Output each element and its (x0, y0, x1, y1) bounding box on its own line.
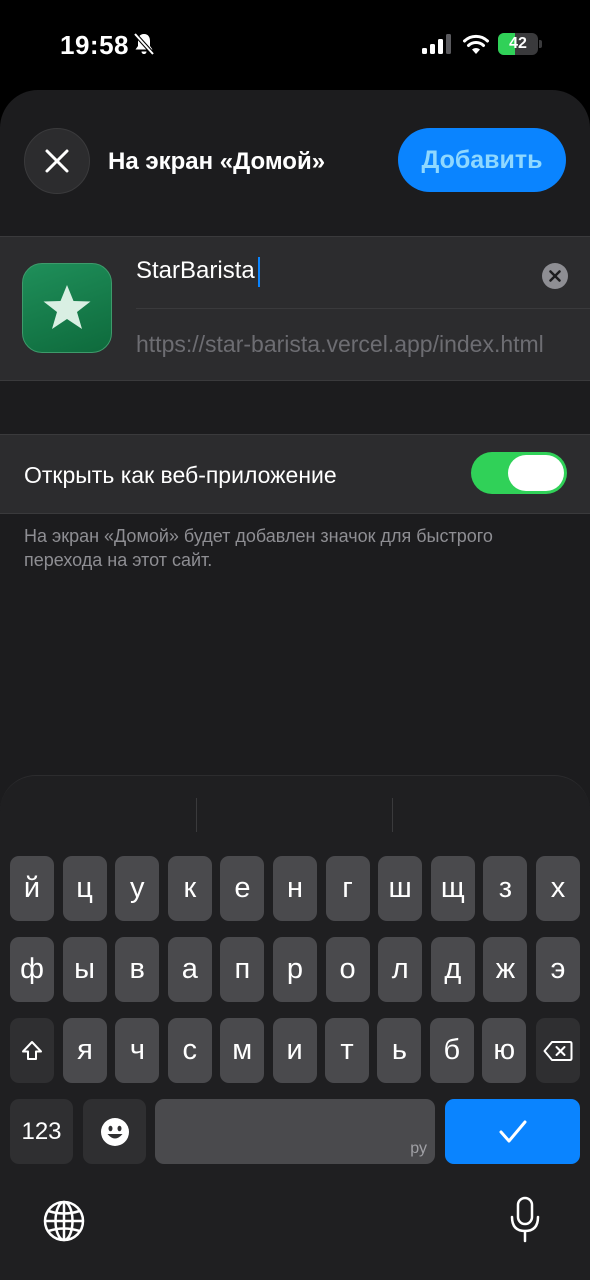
microphone-icon[interactable] (508, 1196, 542, 1244)
app-name-input[interactable] (136, 255, 536, 287)
close-icon (45, 149, 69, 173)
key-я[interactable]: я (63, 1018, 107, 1083)
key-ф[interactable]: ф (10, 937, 54, 1002)
language-hint: ру (410, 1140, 427, 1157)
emoji-key[interactable] (83, 1099, 146, 1164)
key-м[interactable]: м (220, 1018, 265, 1083)
webapp-toggle-label: Открыть как веб-приложение (24, 462, 337, 488)
clear-text-button[interactable] (542, 263, 568, 289)
sheet-title: На экран «Домой» (108, 148, 326, 175)
key-ж[interactable]: ж (483, 937, 528, 1002)
key-д[interactable]: д (430, 937, 475, 1002)
close-button[interactable] (24, 128, 90, 194)
keyboard: йцукенгшщзх фывапролджэ ячсмитьбю 123 ру (0, 775, 590, 1280)
webapp-toggle[interactable] (471, 452, 567, 494)
key-е[interactable]: е (220, 856, 265, 921)
key-й[interactable]: й (10, 856, 54, 921)
battery-indicator: 42 (498, 33, 542, 55)
key-ю[interactable]: ю (482, 1018, 527, 1083)
prediction-divider (392, 798, 393, 832)
key-б[interactable]: б (429, 1018, 474, 1083)
key-и[interactable]: и (272, 1018, 317, 1083)
key-ы[interactable]: ы (62, 937, 107, 1002)
status-bar: 19:58 42 (0, 0, 590, 90)
key-ч[interactable]: ч (115, 1018, 160, 1083)
delete-backspace-icon (543, 1040, 573, 1061)
key-т[interactable]: т (325, 1018, 369, 1083)
key-в[interactable]: в (115, 937, 160, 1002)
return-key[interactable] (445, 1099, 580, 1164)
key-а[interactable]: а (167, 937, 212, 1002)
shift-key[interactable] (10, 1018, 54, 1083)
key-ь[interactable]: ь (377, 1018, 422, 1083)
cellular-signal-icon (422, 34, 451, 54)
status-time: 19:58 (60, 30, 129, 60)
key-к[interactable]: к (167, 856, 212, 921)
bell-slash-icon (133, 32, 155, 56)
key-з[interactable]: з (483, 856, 528, 921)
key-х[interactable]: х (536, 856, 580, 921)
key-н[interactable]: н (273, 856, 317, 921)
app-url: https://star-barista.vercel.app/index.ht… (136, 331, 544, 357)
toggle-knob (508, 455, 564, 491)
hint-text: На экран «Домой» будет добавлен значок д… (24, 526, 493, 570)
checkmark-icon (499, 1120, 526, 1142)
key-ш[interactable]: ш (378, 856, 423, 921)
key-с[interactable]: с (167, 1018, 212, 1083)
battery-level: 42 (509, 35, 527, 52)
delete-key[interactable] (536, 1018, 580, 1083)
app-icon (22, 263, 112, 353)
emoji-icon (100, 1117, 129, 1146)
key-п[interactable]: п (220, 937, 265, 1002)
prediction-divider (196, 798, 197, 832)
field-divider (136, 308, 590, 309)
clear-x-icon (549, 270, 561, 282)
key-щ[interactable]: щ (430, 856, 475, 921)
key-о[interactable]: о (325, 937, 370, 1002)
star-icon (43, 285, 91, 329)
app-info-section: https://star-barista.vercel.app/index.ht… (0, 236, 590, 381)
numbers-key[interactable]: 123 (10, 1099, 73, 1164)
key-г[interactable]: г (325, 856, 370, 921)
globe-icon[interactable] (42, 1199, 86, 1243)
webapp-section: Открыть как веб-приложение (0, 434, 590, 514)
space-key[interactable]: ру (155, 1099, 435, 1164)
wifi-icon (463, 34, 489, 54)
key-ц[interactable]: ц (62, 856, 107, 921)
key-л[interactable]: л (378, 937, 423, 1002)
key-р[interactable]: р (273, 937, 317, 1002)
text-caret (258, 257, 260, 287)
key-э[interactable]: э (536, 937, 580, 1002)
add-button[interactable]: Добавить (398, 128, 566, 192)
key-у[interactable]: у (115, 856, 160, 921)
shift-icon (22, 1040, 42, 1060)
